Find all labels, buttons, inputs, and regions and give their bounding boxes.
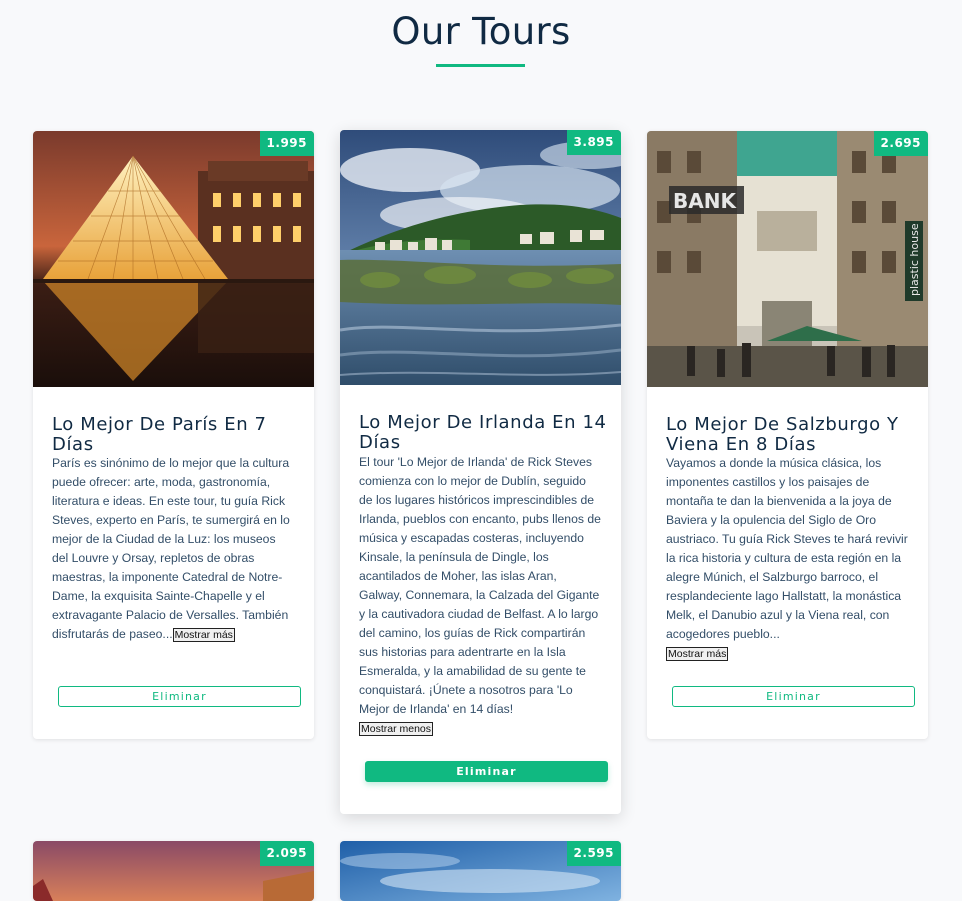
page-title: Our Tours [391,10,571,53]
tour-image: BANK plastic house [647,131,928,387]
tour-title: Lo Mejor De Salzburgo Y Viena En 8 Días [666,414,899,455]
bank-sign-text: BANK [673,189,737,213]
tour-card: BANK plastic house 2.695 Lo Mejor De Sal… [647,131,928,739]
delete-button[interactable]: Eliminar [365,761,608,782]
tour-description: Vayamos a donde la música clásica, los i… [666,454,909,663]
price-badge: 2.695 [873,131,928,156]
price-badge: 2.095 [259,841,314,866]
tour-description: París es sinónimo de lo mejor que la cul… [52,454,295,644]
tour-title: Lo Mejor De París En 7 Días [52,414,267,455]
plastic-house-sign-text: plastic house [908,223,921,296]
tour-card: 2.595 [340,841,621,901]
show-less-button[interactable]: Mostrar menos [359,722,434,736]
price-badge: 1.995 [259,131,314,156]
show-more-button[interactable]: Mostrar más [666,647,729,661]
tour-description-text: Vayamos a donde la música clásica, los i… [666,456,908,641]
price-badge: 3.895 [566,130,621,155]
price-badge: 2.595 [566,841,621,866]
tour-title: Lo Mejor De Irlanda En 14 Días [359,412,607,453]
tour-image [33,131,314,387]
tour-card: 3.895 Lo Mejor De Irlanda En 14 Días El … [340,130,621,814]
show-more-button[interactable]: Mostrar más [172,628,235,642]
tour-card: 2.095 [33,841,314,901]
tour-card: 1.995 Lo Mejor De París En 7 Días París … [33,131,314,739]
tour-description-text: París es sinónimo de lo mejor que la cul… [52,456,290,641]
delete-button[interactable]: Eliminar [58,686,301,707]
tour-image [340,130,621,385]
title-underline [436,64,525,67]
delete-button[interactable]: Eliminar [672,686,915,707]
tour-description-text: El tour 'Lo Mejor de Irlanda' de Rick St… [359,455,601,716]
tour-description: El tour 'Lo Mejor de Irlanda' de Rick St… [359,453,602,738]
